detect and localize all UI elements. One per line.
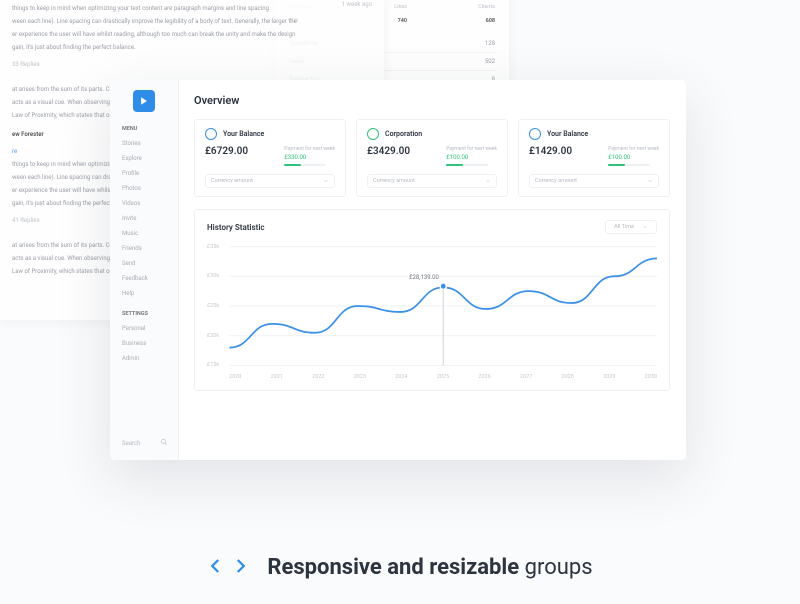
sidebar-item[interactable]: Feedback [110, 271, 178, 286]
settings-section-label: SETTINGS [110, 307, 178, 321]
card-subvalue: £330.00 [284, 154, 335, 161]
progress-bar [284, 164, 326, 166]
chart-filter-select[interactable]: All Time [605, 220, 657, 234]
x-axis: 2020 2021 2022 2023 2024 2025 2026 2027 … [229, 374, 657, 380]
dashboard-window: MENU Stories Explore Profile Photos Vide… [110, 80, 686, 460]
currency-select[interactable]: Currency amount [205, 174, 335, 188]
chart-highlight-dot [440, 283, 446, 290]
line-chart-svg [207, 240, 657, 372]
balance-icon [529, 128, 541, 140]
sidebar-item[interactable]: Invite [110, 211, 178, 226]
search-icon [160, 438, 168, 448]
x-tick: 2024 [395, 374, 407, 380]
sidebar-item[interactable]: Explore [110, 151, 178, 166]
select-label: Currency amount [211, 178, 253, 184]
card-sublabel: Payment for next week [608, 146, 659, 152]
play-icon [139, 96, 149, 106]
select-label: Currency amount [535, 178, 577, 184]
balance-card: Your Balance £1429.00 Payment for next w… [518, 119, 670, 197]
y-tick: £20k [207, 333, 219, 339]
x-tick: 2030 [645, 374, 657, 380]
history-chart-card: History Statistic All Time £35k £30k £25… [194, 209, 670, 391]
card-title: Your Balance [223, 130, 264, 138]
x-tick: 2022 [312, 374, 324, 380]
chevron-down-icon [485, 178, 491, 184]
x-tick: 2026 [478, 374, 490, 380]
sidebar-item[interactable]: Stories [110, 136, 178, 151]
sidebar-menu: MENU Stories Explore Profile Photos Vide… [110, 122, 178, 366]
card-sublabel: Payment for next week [284, 146, 335, 152]
caption-rest: groups [519, 555, 592, 580]
card-sublabel: Payment for next week [446, 146, 497, 152]
search-input[interactable]: Search [122, 438, 168, 448]
y-tick: £25k [207, 303, 219, 309]
sidebar-item[interactable]: Photos [110, 181, 178, 196]
caption-text: Responsive and resizable groups [267, 555, 592, 580]
x-tick: 2023 [354, 374, 366, 380]
chevron-down-icon [647, 178, 653, 184]
prev-button[interactable] [207, 557, 225, 579]
card-amount: £6729.00 [205, 146, 248, 157]
chevron-down-icon [323, 178, 329, 184]
sidebar-item[interactable]: Send [110, 256, 178, 271]
x-tick: 2029 [603, 374, 615, 380]
main-content: Overview Your Balance £6729.00 Payment f… [178, 80, 686, 460]
progress-bar [608, 164, 650, 166]
caption-bold: Responsive and resizable [267, 555, 519, 580]
balance-card: Your Balance £6729.00 Payment for next w… [194, 119, 346, 197]
x-tick: 2021 [271, 374, 283, 380]
sidebar-item[interactable]: Friends [110, 241, 178, 256]
slide-caption: Responsive and resizable groups [0, 555, 800, 580]
card-amount: £3429.00 [367, 146, 410, 157]
card-subvalue: £100.00 [608, 154, 659, 161]
x-tick: 2025 [437, 374, 449, 380]
search-label: Search [122, 440, 140, 447]
sidebar-item[interactable]: Help [110, 286, 178, 301]
currency-select[interactable]: Currency amount [367, 174, 497, 188]
card-subvalue: £100.00 [446, 154, 497, 161]
y-tick: £15k [207, 362, 219, 368]
progress-bar [446, 164, 488, 166]
card-title: Your Balance [547, 130, 588, 138]
sidebar: MENU Stories Explore Profile Photos Vide… [110, 80, 179, 460]
card-amount: £1429.00 [529, 146, 572, 157]
sidebar-item[interactable]: Personal [110, 321, 178, 336]
chart-title: History Statistic [207, 223, 265, 232]
sidebar-item[interactable]: Music [110, 226, 178, 241]
x-tick: 2028 [562, 374, 574, 380]
menu-section-label: MENU [110, 122, 178, 136]
balance-icon [205, 128, 217, 140]
sidebar-item[interactable]: Admin [110, 351, 178, 366]
x-tick: 2027 [520, 374, 532, 380]
next-button[interactable] [231, 557, 249, 579]
balance-card: Corporation £3429.00 Payment for next we… [356, 119, 508, 197]
y-tick: £30k [207, 273, 219, 279]
balance-cards-row: Your Balance £6729.00 Payment for next w… [194, 119, 670, 197]
x-tick: 2020 [229, 374, 241, 380]
filter-label: All Time [614, 224, 634, 230]
balance-icon [367, 128, 379, 140]
sidebar-item[interactable]: Videos [110, 196, 178, 211]
page-title: Overview [194, 94, 670, 107]
card-title: Corporation [385, 130, 422, 138]
chart-tooltip: £28,139.00 [409, 274, 439, 281]
chevron-down-icon [642, 224, 648, 230]
chart-area: £35k £30k £25k £20k £15k £28,139.00 [207, 240, 657, 372]
app-logo[interactable] [133, 90, 155, 112]
carousel-nav [207, 557, 249, 579]
y-tick: £35k [207, 244, 219, 250]
sidebar-item[interactable]: Profile [110, 166, 178, 181]
currency-select[interactable]: Currency amount [529, 174, 659, 188]
select-label: Currency amount [373, 178, 415, 184]
sidebar-item[interactable]: Business [110, 336, 178, 351]
